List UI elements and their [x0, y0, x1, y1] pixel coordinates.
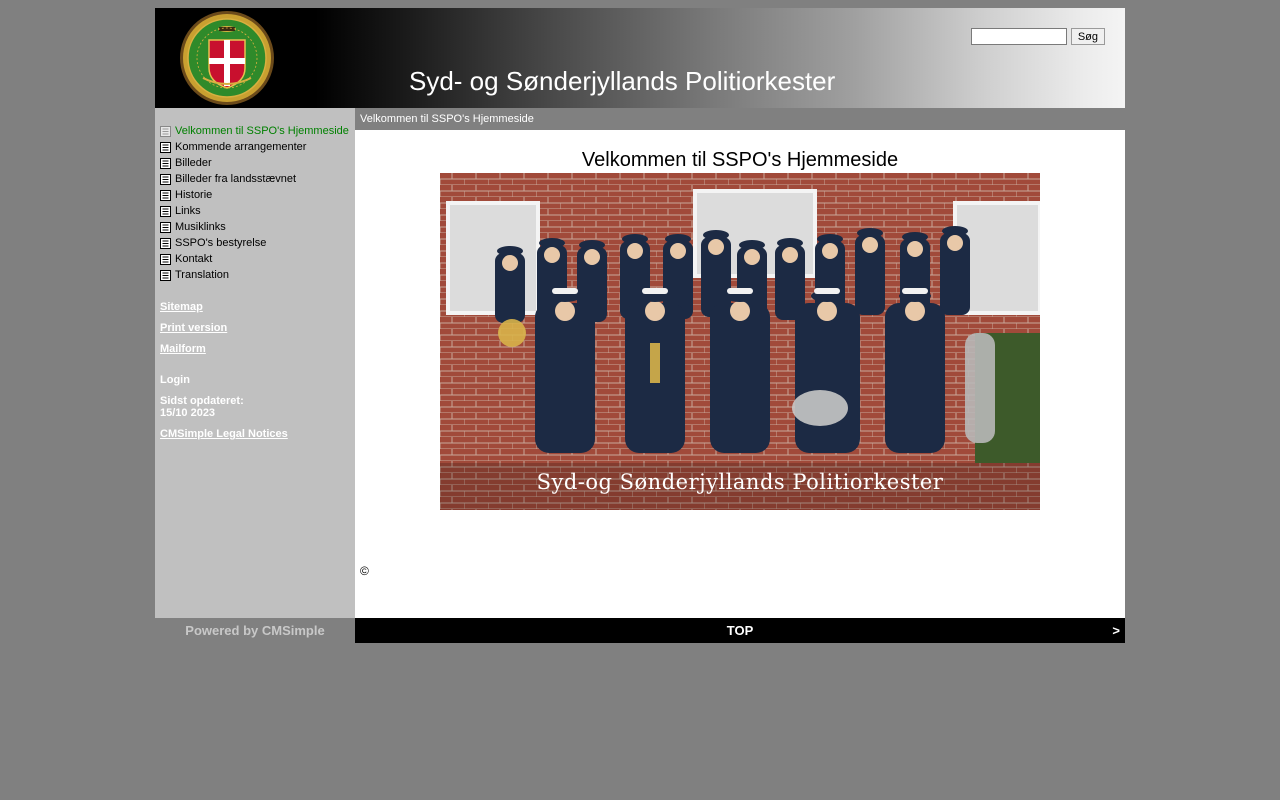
top-link[interactable]: TOP — [727, 623, 754, 638]
page-icon — [160, 157, 171, 169]
site-header: Syd- og Sønderjyllands Politiorkester Sø… — [155, 8, 1125, 108]
page-icon — [160, 125, 171, 137]
search-input[interactable] — [970, 28, 1067, 45]
nav-label: Historie — [175, 189, 213, 201]
search-form: Søg — [970, 28, 1105, 45]
nav-label: Velkommen til SSPO's Hjemmeside — [175, 125, 349, 137]
page-icon — [160, 173, 171, 185]
page-icon — [160, 269, 171, 281]
nav-label: Translation — [175, 269, 230, 281]
page-icon — [160, 237, 171, 249]
band-group-photo: Syd-og Sønderjyllands Politiorkester — [440, 173, 1040, 510]
nav-item-arrangementer[interactable]: Kommende arrangementer — [160, 139, 355, 155]
page-icon — [160, 253, 171, 265]
main-row: Velkommen til SSPO's Hjemmeside Kommende… — [155, 108, 1125, 618]
nav-item-velkommen[interactable]: Velkommen til SSPO's Hjemmeside — [160, 123, 355, 139]
page-wrapper: Syd- og Sønderjyllands Politiorkester Sø… — [155, 8, 1125, 643]
next-page-link[interactable]: > — [1112, 618, 1120, 643]
mailform-link[interactable]: Mailform — [160, 343, 355, 355]
footer-bar: TOP > — [355, 618, 1125, 643]
nav-item-translation[interactable]: Translation — [160, 267, 355, 283]
sitemap-link[interactable]: Sitemap — [160, 301, 355, 313]
nav-label: Links — [175, 205, 201, 217]
page-icon — [160, 221, 171, 233]
last-updated-label: Sidst opdateret: — [160, 395, 244, 407]
footer: Powered by CMSimple TOP > — [155, 618, 1125, 643]
last-updated: Sidst opdateret: 15/10 2023 — [160, 395, 355, 419]
breadcrumb: Velkommen til SSPO's Hjemmeside — [355, 108, 1125, 130]
nav-item-kontakt[interactable]: Kontakt — [160, 251, 355, 267]
last-updated-date: 15/10 2023 — [160, 407, 216, 419]
login-link[interactable]: Login — [160, 374, 355, 386]
nav-item-bestyrelse[interactable]: SSPO's bestyrelse — [160, 235, 355, 251]
nav-label: SSPO's bestyrelse — [175, 237, 267, 249]
page-icon — [160, 189, 171, 201]
nav-label: Kontakt — [175, 253, 213, 265]
print-version-link[interactable]: Print version — [160, 322, 355, 334]
powered-by-link[interactable]: Powered by CMSimple — [155, 618, 355, 643]
sidebar: Velkommen til SSPO's Hjemmeside Kommende… — [155, 108, 355, 618]
main-content: Velkommen til SSPO's Hjemmeside Velkomme… — [355, 108, 1125, 618]
nav-item-landsstaevnet[interactable]: Billeder fra landsstævnet — [160, 171, 355, 187]
copyright: © — [360, 564, 369, 578]
nav-label: Billeder — [175, 157, 212, 169]
page-icon — [160, 141, 171, 153]
nav-label: Kommende arrangementer — [175, 141, 307, 153]
nav-item-historie[interactable]: Historie — [160, 187, 355, 203]
nav-label: Billeder fra landsstævnet — [175, 173, 297, 185]
site-title: Syd- og Sønderjyllands Politiorkester — [409, 66, 836, 96]
nav-label: Musiklinks — [175, 221, 226, 233]
nav-item-musiklinks[interactable]: Musiklinks — [160, 219, 355, 235]
police-band-logo — [180, 11, 274, 105]
page-icon — [160, 205, 171, 217]
search-button[interactable]: Søg — [1070, 28, 1105, 45]
legal-notices-link[interactable]: CMSimple Legal Notices — [160, 428, 355, 440]
page-heading: Velkommen til SSPO's Hjemmeside — [581, 149, 899, 171]
nav-item-links[interactable]: Links — [160, 203, 355, 219]
photo-caption: Syd-og Sønderjyllands Politiorkester — [537, 470, 944, 494]
nav-item-billeder[interactable]: Billeder — [160, 155, 355, 171]
